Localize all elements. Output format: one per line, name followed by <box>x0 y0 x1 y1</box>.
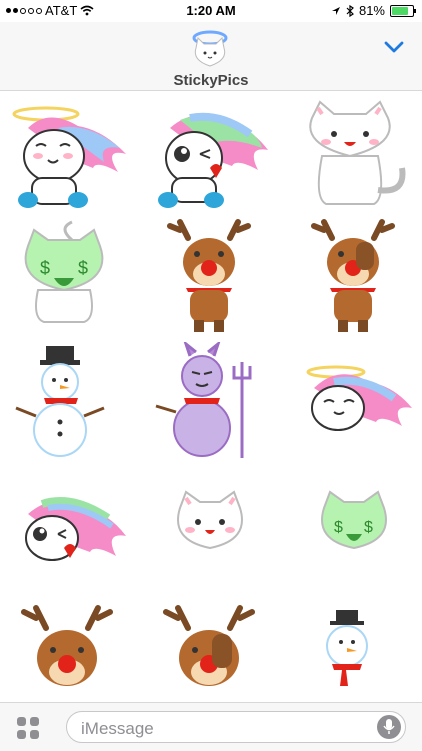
sticker-reindeer-facepalm-head[interactable] <box>150 594 270 714</box>
sticker-white-kitty-sitting[interactable] <box>294 98 414 218</box>
message-input[interactable] <box>79 718 363 740</box>
apps-grid-icon[interactable] <box>16 716 40 740</box>
battery-percent: 81% <box>358 3 385 18</box>
location-arrow-icon <box>331 6 340 15</box>
sticker-devil-snowman[interactable] <box>150 342 270 462</box>
app-header: StickyPics <box>0 22 422 91</box>
sticker-money-kitty-head[interactable]: $ $ <box>294 474 414 594</box>
sticker-snowman-top-hat[interactable] <box>8 342 128 462</box>
bluetooth-icon <box>346 4 354 17</box>
status-bar: AT&T 1:20 AM 81% <box>0 0 422 22</box>
svg-text:$: $ <box>40 258 50 278</box>
sticker-kitty-head[interactable] <box>150 474 270 594</box>
sticker-reindeer-standing[interactable] <box>150 218 270 338</box>
app-title: StickyPics <box>173 72 249 89</box>
svg-text:$: $ <box>334 519 343 536</box>
sticker-unicorn-wink-heart[interactable] <box>150 98 270 218</box>
sticker-angel-unicorn-head[interactable] <box>294 342 414 462</box>
sticker-unicorn-wink-head[interactable] <box>8 474 128 594</box>
sticker-grid: $ $ $ $ <box>0 90 422 702</box>
sticker-reindeer-facepalm[interactable] <box>294 218 414 338</box>
sticker-angel-unicorn-sitting[interactable] <box>8 98 128 218</box>
kitty-halo-icon[interactable] <box>184 26 238 72</box>
message-input-container <box>66 711 406 743</box>
microphone-icon[interactable] <box>377 715 401 739</box>
sticker-reindeer-head[interactable] <box>8 594 128 714</box>
message-composer-bar <box>0 702 422 751</box>
battery-icon <box>390 4 416 17</box>
svg-text:$: $ <box>78 258 88 278</box>
sticker-money-kitty[interactable]: $ $ <box>8 218 128 338</box>
svg-text:$: $ <box>364 519 373 536</box>
chevron-down-icon[interactable] <box>382 38 406 56</box>
sticker-snowman-head[interactable] <box>294 594 414 714</box>
